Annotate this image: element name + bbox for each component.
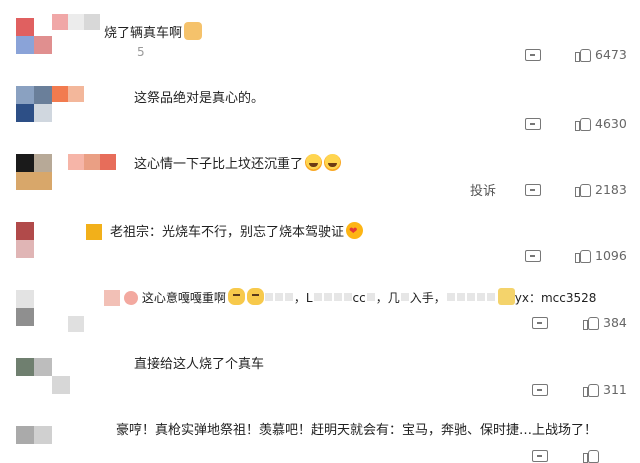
avatar[interactable] [16, 222, 52, 258]
heart-eyes-emoji-icon [346, 222, 364, 241]
reply-button[interactable] [525, 118, 541, 130]
dog-emoji-icon [246, 288, 264, 305]
comment-4: 老祖宗：光烧车不行，别忘了烧本驾驶证 1096 [0, 216, 640, 276]
comment-text: 豪哼！真枪实弹地祭祖！羡慕吧！赶明天就会有：宝马，奔驰、保时捷…上战场了！ [116, 423, 598, 438]
comment-text-body: 这心情一下子比上坟还沉重了 [134, 157, 304, 172]
thumbs-up-icon [583, 315, 599, 330]
username-blurred[interactable] [68, 154, 116, 170]
avatar[interactable] [16, 86, 52, 122]
avatar[interactable] [16, 154, 52, 190]
comment-icon [525, 49, 541, 61]
thumbs-up-icon [583, 382, 599, 397]
dog-emoji-icon [227, 288, 245, 305]
avatar[interactable] [16, 290, 84, 332]
like-count: 2183 [595, 182, 627, 197]
username-blurred[interactable] [52, 86, 84, 102]
reply-button[interactable] [532, 384, 548, 396]
like-count: 1096 [595, 248, 627, 263]
comment-text-body: 老祖宗：光烧车不行，别忘了烧本驾驶证 [110, 225, 345, 240]
laughing-emoji-icon [324, 154, 342, 171]
comment-icon [525, 250, 541, 262]
comment-icon [532, 317, 548, 329]
like-button[interactable]: 311 [583, 382, 627, 397]
like-button[interactable]: 2183 [575, 182, 627, 197]
comment-text-segment: ，L [293, 291, 313, 305]
like-button[interactable] [583, 448, 603, 463]
comment-icon [525, 184, 541, 196]
frame-emoji-icon [497, 288, 515, 305]
like-button[interactable]: 1096 [575, 248, 627, 263]
like-count: 4630 [595, 116, 627, 131]
like-count: 6473 [595, 47, 627, 62]
comment-icon [525, 118, 541, 130]
comment-text-segment: cc [352, 291, 366, 305]
reply-count[interactable]: 5 [137, 45, 145, 59]
avatar[interactable] [16, 18, 52, 54]
username-blurred[interactable] [86, 224, 102, 240]
thumbs-up-icon [575, 182, 591, 197]
thumbs-up-icon [575, 248, 591, 263]
like-count: 384 [603, 315, 627, 330]
thumbs-up-emoji-icon [184, 22, 203, 40]
like-button[interactable]: 384 [583, 315, 627, 330]
comment-text-segment: yx：mcc3528 [514, 291, 597, 305]
comment-text: 直接给这人烧了个真车 [134, 357, 265, 372]
reply-button[interactable] [532, 317, 548, 329]
username-blurred[interactable] [52, 14, 100, 30]
thumbs-up-icon [575, 116, 591, 131]
like-button[interactable]: 6473 [575, 47, 627, 62]
thumbs-up-icon [575, 47, 591, 62]
report-button[interactable]: 投诉 [470, 180, 496, 199]
comment-text: 老祖宗：光烧车不行，别忘了烧本驾驶证 [110, 222, 364, 242]
comment-text-segment: 入手， [409, 291, 446, 305]
comment-text-body: 这心意嘎嘎重啊 [141, 291, 226, 305]
comment-icon [532, 384, 548, 396]
comment-icon [532, 450, 548, 462]
comment-7: 豪哼！真枪实弹地祭祖！羡慕吧！赶明天就会有：宝马，奔驰、保时捷…上战场了！ [0, 420, 640, 463]
comment-text: 这心意嘎嘎重啊 ，L cc ，几 入手， yx：mcc3528 [122, 288, 596, 307]
reply-button[interactable] [525, 250, 541, 262]
comment-3: 这心情一下子比上坟还沉重了 投诉 2183 [0, 148, 640, 208]
comment-text: 这心情一下子比上坟还沉重了 [134, 154, 342, 174]
thumbs-up-icon [583, 448, 599, 463]
username-blurred[interactable] [104, 290, 120, 306]
comment-text-segment: ，几 [375, 291, 400, 305]
comment-text: 烧了辆真车啊 [104, 22, 203, 43]
comment-5: 这心意嘎嘎重啊 ，L cc ，几 入手， yx：mcc3528 384 [0, 282, 640, 342]
comment-text-body: 烧了辆真车啊 [104, 26, 183, 41]
like-button[interactable]: 4630 [575, 116, 627, 131]
comment-6: 直接给这人烧了个真车 311 [0, 352, 640, 412]
reply-button[interactable] [525, 49, 541, 61]
laughing-emoji-icon [305, 154, 323, 171]
reply-button[interactable] [525, 184, 541, 196]
comment-text: 这祭品绝对是真心的。 [134, 91, 265, 106]
comment-2: 这祭品绝对是真心的。 4630 [0, 80, 640, 140]
like-count: 311 [603, 382, 627, 397]
blush-emoji-icon [124, 291, 138, 305]
reply-button[interactable] [532, 450, 548, 462]
avatar[interactable] [16, 358, 102, 394]
comment-1: 烧了辆真车啊 5 6473 [0, 0, 640, 70]
